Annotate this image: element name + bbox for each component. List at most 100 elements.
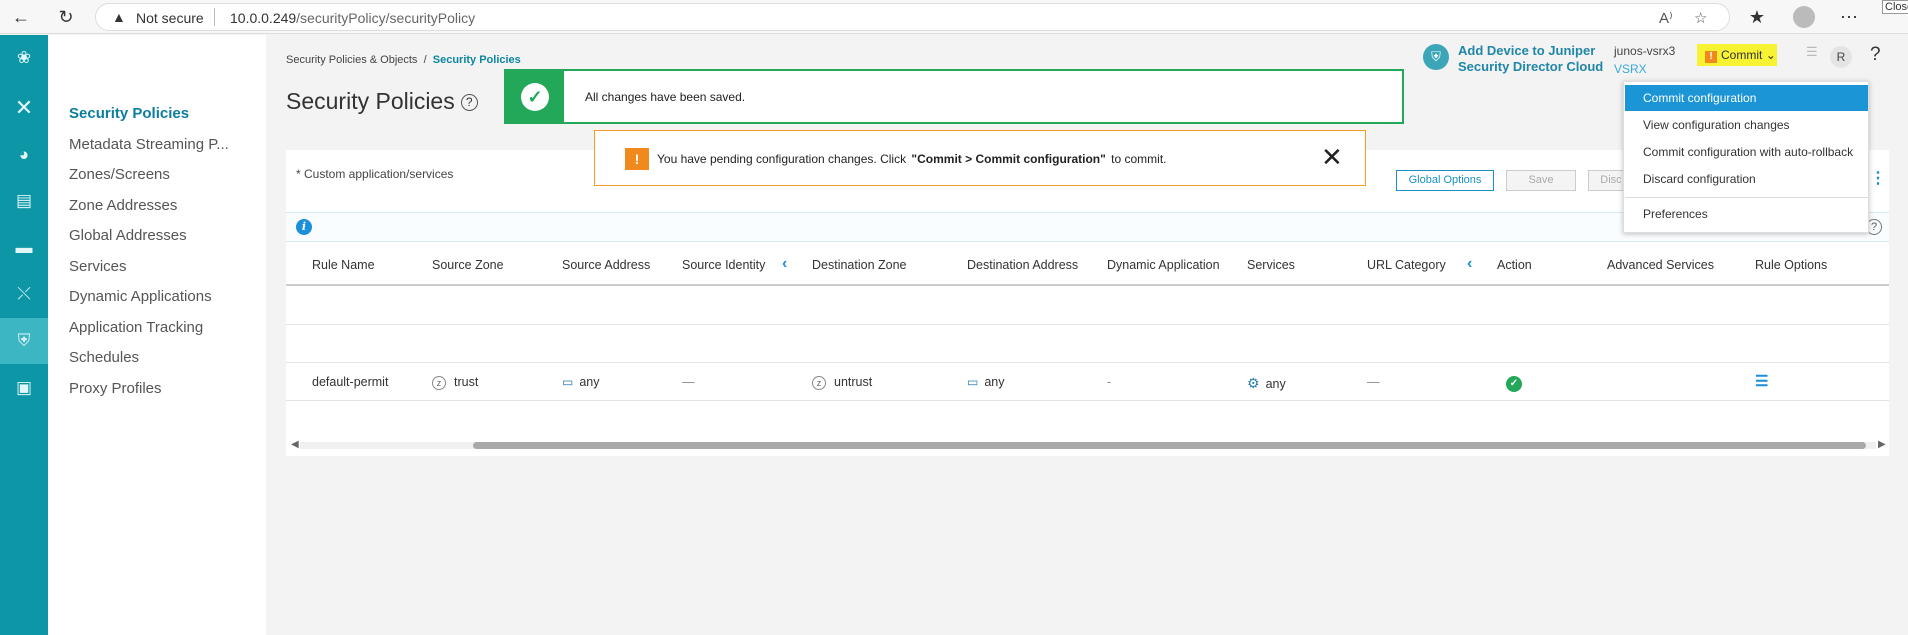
browser-toolbar: ← ↻ ▲ Not secure 10.0.0.249/securityPoli… (0, 0, 1908, 34)
close-icon[interactable]: ✕ (1321, 143, 1343, 171)
nav-item-dynamic-applications[interactable]: Dynamic Applications (69, 288, 212, 305)
col-advanced-services[interactable]: Advanced Services (1607, 258, 1714, 272)
scroll-right-arrow-icon[interactable]: ▶ (1878, 439, 1886, 450)
nav-item-zones-screens[interactable]: Zones/Screens (69, 166, 170, 183)
cloud-shield-icon: ⛨ (1423, 44, 1449, 70)
favorites-icon[interactable]: ★ (1746, 6, 1768, 28)
brand-line-1: Add Device to Juniper (1458, 43, 1596, 58)
success-toast: ✓ All changes have been saved. (504, 69, 1404, 124)
cell-destination-zone: z untrust (812, 375, 872, 390)
warning-bold: "Commit > Commit configuration" (911, 152, 1106, 166)
check-circle-icon: ✓ (521, 82, 549, 111)
address-separator (214, 8, 215, 26)
commit-label: Commit (1721, 48, 1763, 62)
cell-source-zone: z trust (432, 375, 478, 390)
nav-item-security-policies[interactable]: Security Policies (69, 105, 189, 122)
zone-icon: z (812, 375, 826, 390)
col-source-zone[interactable]: Source Zone (432, 258, 504, 272)
breadcrumb-separator: / (423, 54, 427, 66)
help-circle-icon[interactable]: ? (460, 94, 478, 112)
address-monitor-icon: ▭ (967, 375, 979, 389)
lock-icon[interactable]: ▣ (0, 365, 48, 411)
more-options-icon[interactable]: ⋮ (1870, 168, 1886, 188)
devices-icon[interactable]: ▬ (0, 225, 48, 271)
close-tooltip: Close (1882, 0, 1908, 14)
col-action[interactable]: Action (1497, 258, 1532, 272)
success-message: All changes have been saved. (585, 90, 746, 104)
commit-button[interactable]: ! Commit ⌄ (1697, 44, 1777, 66)
menu-item-preferences[interactable]: Preferences (1625, 201, 1868, 227)
avatar[interactable]: R (1830, 46, 1852, 68)
notifications-icon[interactable]: ☰ (1806, 44, 1818, 60)
profile-icon[interactable] (1793, 6, 1815, 28)
nav-item-schedules[interactable]: Schedules (69, 349, 139, 366)
dashboard-gauge-icon[interactable]: ◕ (0, 132, 48, 178)
network-share-icon[interactable]: ⤬ (0, 271, 48, 317)
help-icon[interactable]: ? (1870, 44, 1881, 66)
back-arrow-icon[interactable]: ← (10, 6, 32, 28)
discard-button[interactable]: Disc (1588, 170, 1628, 191)
rule-options-list-icon[interactable]: ☰ (1755, 372, 1768, 390)
col-dynamic-application[interactable]: Dynamic Application (1107, 258, 1220, 272)
source-zone-value: trust (454, 375, 479, 389)
cell-url-category: — (1367, 375, 1380, 389)
breadcrumb-parent[interactable]: Security Policies & Objects (286, 54, 417, 66)
url-text[interactable]: 10.0.0.249/securityPolicy/securityPolicy (230, 10, 475, 26)
cell-services: ⚙ any (1247, 375, 1286, 392)
warning-triangle-icon: ▲ (112, 9, 126, 25)
cell-source-address: ▭ any (562, 375, 600, 389)
collapse-chevron-icon[interactable]: ‹ (782, 255, 787, 273)
brand-line-2: Security Director Cloud (1458, 59, 1604, 74)
col-destination-address[interactable]: Destination Address (967, 258, 1078, 272)
scroll-left-arrow-icon[interactable]: ◀ (291, 439, 299, 450)
info-icon[interactable]: i (296, 219, 312, 235)
col-destination-zone[interactable]: Destination Zone (812, 258, 907, 272)
nav-item-metadata-streaming[interactable]: Metadata Streaming P... (69, 136, 229, 153)
menu-item-discard-configuration[interactable]: Discard configuration (1625, 166, 1868, 192)
close-menu-icon[interactable]: ✕ (0, 85, 48, 131)
more-icon[interactable]: ⋯ (1838, 6, 1860, 28)
breadcrumb-current: Security Policies (432, 54, 521, 66)
row-divider (286, 400, 1889, 401)
destination-address-value: any (984, 375, 1005, 389)
address-bar[interactable]: ▲ Not secure 10.0.0.249/securityPolicy/s… (95, 3, 1730, 31)
address-monitor-icon: ▭ (562, 375, 574, 389)
nav-item-services[interactable]: Services (69, 258, 127, 275)
menu-item-commit-auto-rollback[interactable]: Commit configuration with auto-rollback (1625, 139, 1868, 165)
col-rule-name[interactable]: Rule Name (312, 258, 375, 272)
security-shield-icon[interactable]: ⛨ (0, 318, 48, 364)
custom-note: * Custom application/services (296, 167, 454, 181)
nav-item-application-tracking[interactable]: Application Tracking (69, 319, 203, 336)
collapse-chevron-icon[interactable]: ‹ (1467, 255, 1472, 273)
read-aloud-icon[interactable]: A⁾ (1659, 9, 1673, 27)
destination-zone-value: untrust (834, 375, 873, 389)
cell-source-identity: — (682, 375, 695, 389)
success-icon-box: ✓ (506, 71, 564, 122)
device-type: VSRX (1614, 62, 1647, 76)
menu-item-view-configuration-changes[interactable]: View configuration changes (1625, 112, 1868, 138)
menu-divider (1625, 197, 1868, 198)
chevron-down-icon: ⌄ (1765, 48, 1776, 62)
juniper-logo-icon[interactable]: ❀ (0, 35, 48, 81)
row-divider (286, 362, 1889, 363)
col-source-address[interactable]: Source Address (562, 258, 650, 272)
favorite-star-icon[interactable]: ☆ (1694, 9, 1707, 27)
refresh-icon[interactable]: ↻ (55, 6, 77, 28)
horizontal-scrollbar[interactable]: ◀ ▶ (286, 439, 1889, 451)
left-navigation: Security Policies Metadata Streaming P..… (48, 35, 266, 635)
col-url-category[interactable]: URL Category (1367, 258, 1446, 272)
menu-item-commit-configuration[interactable]: Commit configuration (1625, 85, 1868, 111)
warning-toast: ! You have pending configuration changes… (594, 130, 1366, 186)
nav-item-zone-addresses[interactable]: Zone Addresses (69, 197, 177, 214)
global-options-button[interactable]: Global Options (1396, 170, 1494, 191)
scroll-thumb[interactable] (473, 442, 1866, 449)
col-source-identity[interactable]: Source Identity (682, 258, 765, 272)
commit-dropdown-menu: Commit configuration View configuration … (1623, 81, 1869, 233)
col-services[interactable]: Services (1247, 258, 1295, 272)
monitor-chart-icon[interactable]: ▤ (0, 178, 48, 224)
nav-item-proxy-profiles[interactable]: Proxy Profiles (69, 380, 162, 397)
save-button[interactable]: Save (1506, 170, 1576, 191)
source-address-value: any (579, 375, 600, 389)
col-rule-options[interactable]: Rule Options (1755, 258, 1827, 272)
nav-item-global-addresses[interactable]: Global Addresses (69, 227, 187, 244)
